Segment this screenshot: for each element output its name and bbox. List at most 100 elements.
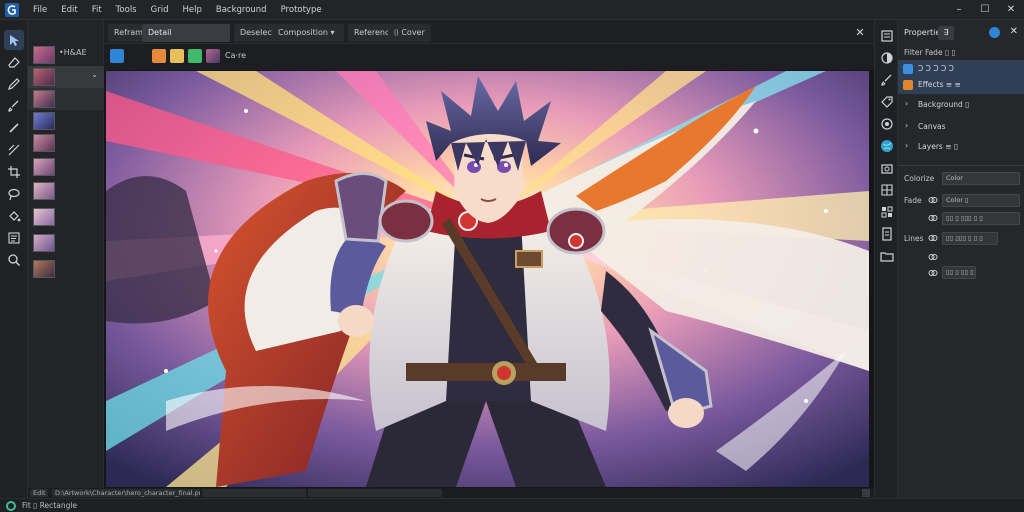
eraser-icon	[8, 57, 20, 68]
minimize-button[interactable]: –	[946, 0, 972, 20]
adjust-icon[interactable]	[879, 50, 895, 66]
thumbnail-image	[33, 158, 55, 176]
link-icon[interactable]	[928, 233, 938, 243]
file-path-field[interactable]: D:\Artwork\Character\hero_character_fina…	[52, 489, 200, 497]
link-icon[interactable]	[928, 252, 938, 262]
properties-tab[interactable]: ∃	[938, 26, 954, 40]
option-color-yellow-icon[interactable]	[170, 49, 184, 63]
menu-prototype[interactable]: Prototype	[274, 0, 329, 20]
thumbnail-image	[33, 112, 55, 130]
menu-file[interactable]: File	[26, 0, 54, 20]
menu-edit[interactable]: Edit	[54, 0, 84, 20]
artwork-canvas[interactable]	[106, 71, 869, 487]
chevron-right-icon[interactable]: ›	[905, 141, 908, 150]
option-select-icon[interactable]	[110, 49, 124, 63]
fade-label: Fade	[904, 196, 922, 205]
properties-panel: Properties ∃ ✕ Filter Fade ▯ ▯ Ↄ Ↄ Ↄ Ↄ Ↄ…	[898, 20, 1024, 510]
tab-composition[interactable]: Composition ▾	[272, 24, 344, 42]
thumbnail-item[interactable]	[28, 156, 104, 178]
anime-hero-illustration	[106, 71, 869, 487]
layer-checkbox[interactable]	[903, 80, 913, 90]
thumbnail-image	[33, 182, 55, 200]
mask-icon[interactable]	[879, 116, 895, 132]
layer-row[interactable]: › Layers ≡ ▯	[898, 138, 1024, 156]
folder-icon[interactable]	[879, 248, 895, 264]
document-icon[interactable]	[879, 226, 895, 242]
thumbnail-image	[33, 68, 55, 86]
options-bar: Ca·re	[104, 44, 874, 70]
camera-icon[interactable]	[879, 160, 895, 176]
link-icon[interactable]	[928, 213, 938, 223]
brush-tool-button[interactable]	[4, 96, 24, 116]
layers-icon[interactable]	[879, 28, 895, 44]
layer-row[interactable]: Effects ≡ ≡	[898, 76, 1024, 94]
layer-checkbox[interactable]	[903, 64, 913, 74]
status-text: Fit ▯ Rectangle	[22, 501, 78, 510]
text-tool-button[interactable]	[4, 228, 24, 248]
eraser-tool-button[interactable]	[4, 52, 24, 72]
maximize-button[interactable]: ☐	[972, 0, 998, 20]
zoom-tool-button[interactable]	[4, 250, 24, 270]
thumbnail-item[interactable]	[28, 88, 104, 110]
thumbnail-item[interactable]	[28, 180, 104, 202]
thumbnail-item[interactable]	[28, 258, 104, 280]
layer-row[interactable]: › Canvas	[898, 118, 1024, 136]
crop-icon	[8, 166, 20, 178]
close-icon[interactable]: ✕	[852, 24, 868, 42]
pencil-tool-button[interactable]	[4, 118, 24, 138]
status-bar: Fit ▯ Rectangle	[0, 498, 1024, 512]
select-tool-button[interactable]	[4, 30, 24, 50]
layer-row[interactable]: › Background ▯	[898, 96, 1024, 114]
chevron-right-icon[interactable]: ›	[905, 99, 908, 108]
menu-help[interactable]: Help	[175, 0, 208, 20]
close-icon[interactable]: ✕	[1010, 26, 1018, 37]
pen-tool-button[interactable]	[4, 74, 24, 94]
thumbnail-item[interactable]	[28, 232, 104, 254]
layer-name: Effects ≡ ≡	[918, 80, 961, 89]
globe-icon[interactable]	[879, 138, 895, 154]
menu-tools[interactable]: Tools	[109, 0, 144, 20]
option-color-orange-icon[interactable]	[152, 49, 166, 63]
tag-icon[interactable]	[879, 94, 895, 110]
thumbnail-item[interactable]	[28, 206, 104, 228]
thumbnail-item[interactable]	[28, 132, 104, 154]
thumbnail-item[interactable]: ⌄	[28, 66, 104, 88]
menu-background[interactable]: Background	[209, 0, 274, 20]
lines-label: Lines	[904, 234, 924, 243]
line-icon	[8, 144, 20, 156]
property-field[interactable]: ▯▯ ▯ ▯▯ ▯	[942, 266, 976, 279]
layer-name: Background ▯	[918, 100, 970, 109]
link-icon[interactable]	[928, 195, 938, 205]
line-tool-button[interactable]	[4, 140, 24, 160]
properties-header: Properties ∃ ✕	[898, 24, 1024, 42]
tab-bar: Reframe Detail Deselect Composition ▾ Re…	[104, 22, 874, 44]
lasso-tool-button[interactable]	[4, 184, 24, 204]
tab-detail[interactable]: Detail	[142, 24, 230, 42]
link-icon[interactable]	[928, 268, 938, 278]
grid-icon[interactable]	[879, 182, 895, 198]
option-preview-icon[interactable]	[206, 49, 220, 63]
menu-grid[interactable]: Grid	[144, 0, 176, 20]
globe-icon[interactable]	[989, 27, 1000, 38]
fade-field[interactable]: Color ▯	[942, 194, 1020, 207]
swatches-icon[interactable]	[879, 204, 895, 220]
property-field[interactable]: ▯▯ ▯ ▯▯▯ ▯ ▯	[942, 212, 1020, 225]
lines-field[interactable]: ▯▯ ▯▯▯ ▯ ▯ ▯	[942, 232, 998, 245]
fill-tool-button[interactable]	[4, 206, 24, 226]
crop-tool-button[interactable]	[4, 162, 24, 182]
thumbnail-item[interactable]: •H&AE	[28, 44, 104, 66]
size-field[interactable]	[202, 489, 306, 497]
option-color-green-icon[interactable]	[188, 49, 202, 63]
chevron-down-icon[interactable]: ⌄	[91, 70, 98, 79]
brush-settings-icon[interactable]	[879, 72, 895, 88]
menu-fit[interactable]: Fit	[85, 0, 109, 20]
resize-handle-icon[interactable]	[862, 489, 870, 497]
close-window-button[interactable]: ✕	[998, 0, 1024, 20]
zoom-field[interactable]: Edit	[30, 489, 48, 497]
chevron-right-icon[interactable]: ›	[905, 121, 908, 130]
canvas-area[interactable]	[104, 70, 874, 488]
thumbnail-image	[33, 208, 55, 226]
colorize-field[interactable]: Color	[942, 172, 1020, 185]
thumbnail-item[interactable]	[28, 110, 104, 132]
tab-cover[interactable]: ⌷ Cover	[388, 24, 431, 42]
